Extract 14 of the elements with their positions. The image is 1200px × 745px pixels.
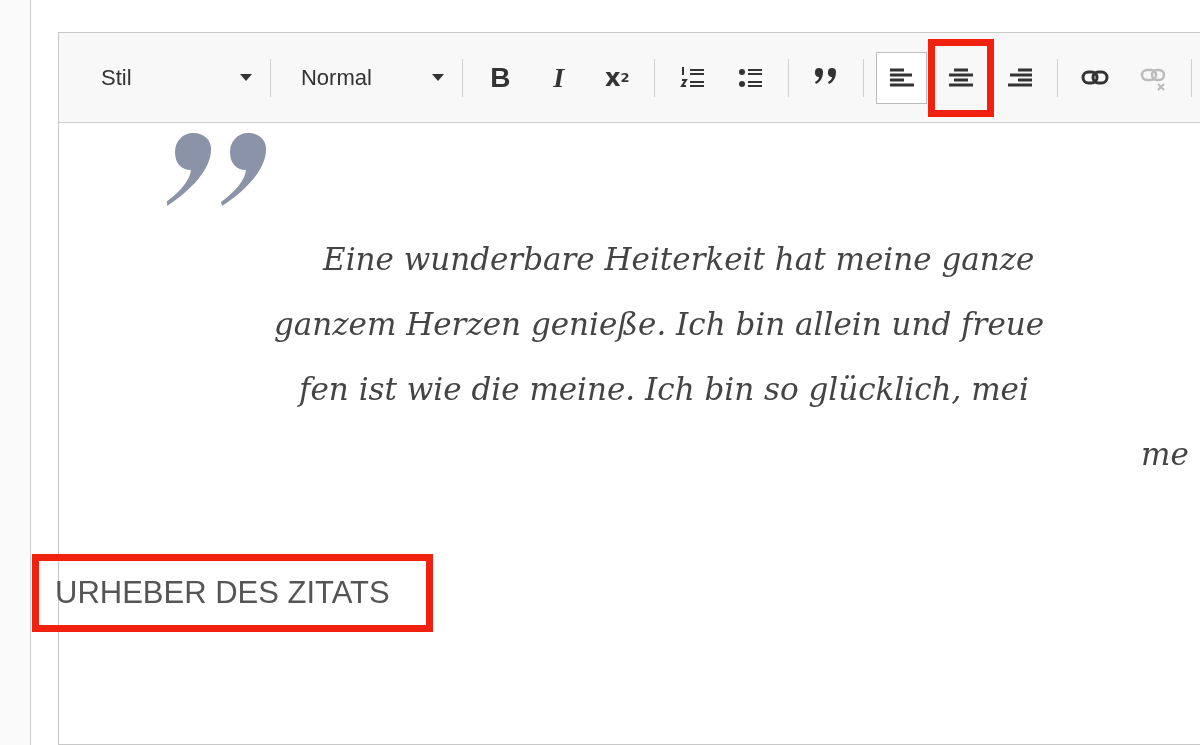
dropdown[interactable]: Stil	[77, 57, 262, 98]
quote-text: ganzem Herzen genieße. Ich bin allein und freue	[274, 305, 1045, 344]
toolbar-button[interactable]: x$^{2}$	[591, 51, 643, 104]
toolbar-button[interactable]: B	[475, 51, 526, 104]
caret-icon	[432, 74, 445, 81]
quote-text: Eine wunderbare Heiterkeit hat meine ganze	[323, 240, 1035, 279]
toolbar-button[interactable]: I	[533, 51, 584, 104]
dropdown[interactable]: Normal	[278, 57, 455, 98]
toolbar-button[interactable]	[876, 51, 927, 104]
quote-mark-icon	[167, 133, 267, 209]
attribution-text: URHEBER DES ZITATS	[55, 575, 390, 610]
caret-icon	[240, 74, 252, 81]
quote-text: me	[1141, 435, 1189, 474]
quote-text: fen ist wie die meine. Ich bin so glücklich, mei	[299, 370, 1029, 409]
